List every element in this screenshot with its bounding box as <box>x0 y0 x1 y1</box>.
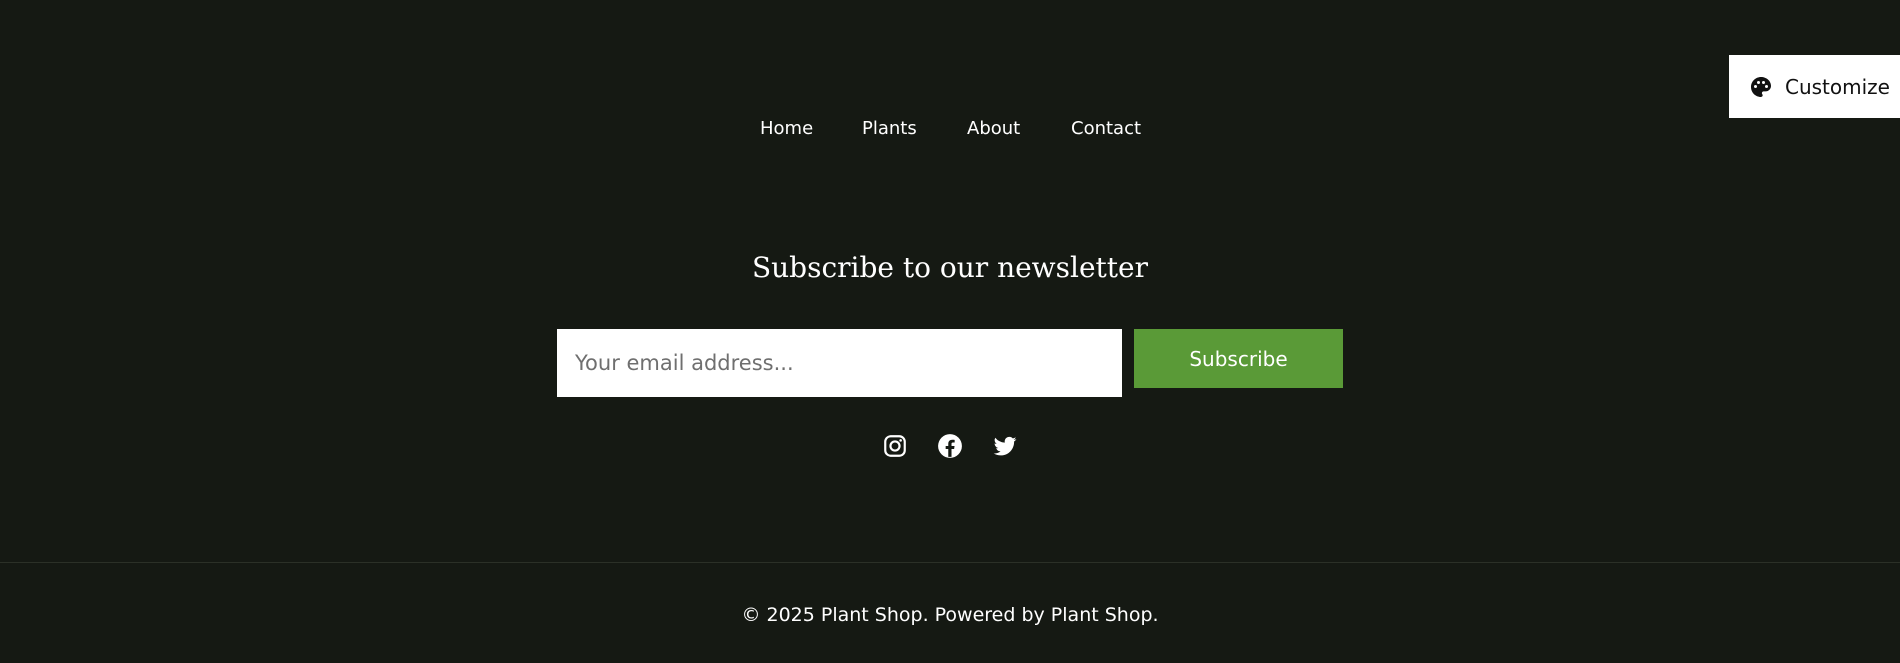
facebook-icon-graphic <box>938 434 962 458</box>
email-input[interactable] <box>557 329 1122 397</box>
facebook-icon[interactable] <box>937 433 963 459</box>
nav-item-home[interactable]: Home <box>760 118 813 140</box>
customize-label: Customize <box>1785 74 1890 99</box>
customize-button[interactable]: Customize <box>1729 55 1900 118</box>
nav-item-about[interactable]: About <box>967 118 1020 140</box>
footer-divider <box>0 562 1900 563</box>
social-links <box>0 433 1900 463</box>
subscribe-button[interactable]: Subscribe <box>1134 329 1343 388</box>
twitter-icon-graphic <box>993 436 1017 456</box>
page: Home Plants About Contact Subscribe to o… <box>0 0 1900 663</box>
nav-item-contact[interactable]: Contact <box>1071 118 1141 140</box>
twitter-icon[interactable] <box>992 433 1018 459</box>
instagram-icon-graphic <box>884 435 906 457</box>
palette-icon <box>1751 76 1771 97</box>
newsletter-title: Subscribe to our newsletter <box>751 251 1149 284</box>
nav-item-plants[interactable]: Plants <box>862 118 917 140</box>
instagram-icon[interactable] <box>882 433 908 459</box>
footer-nav: Home Plants About Contact <box>0 112 1900 146</box>
copyright-text: © 2025 Plant Shop. Powered by Plant Shop… <box>741 604 1159 626</box>
